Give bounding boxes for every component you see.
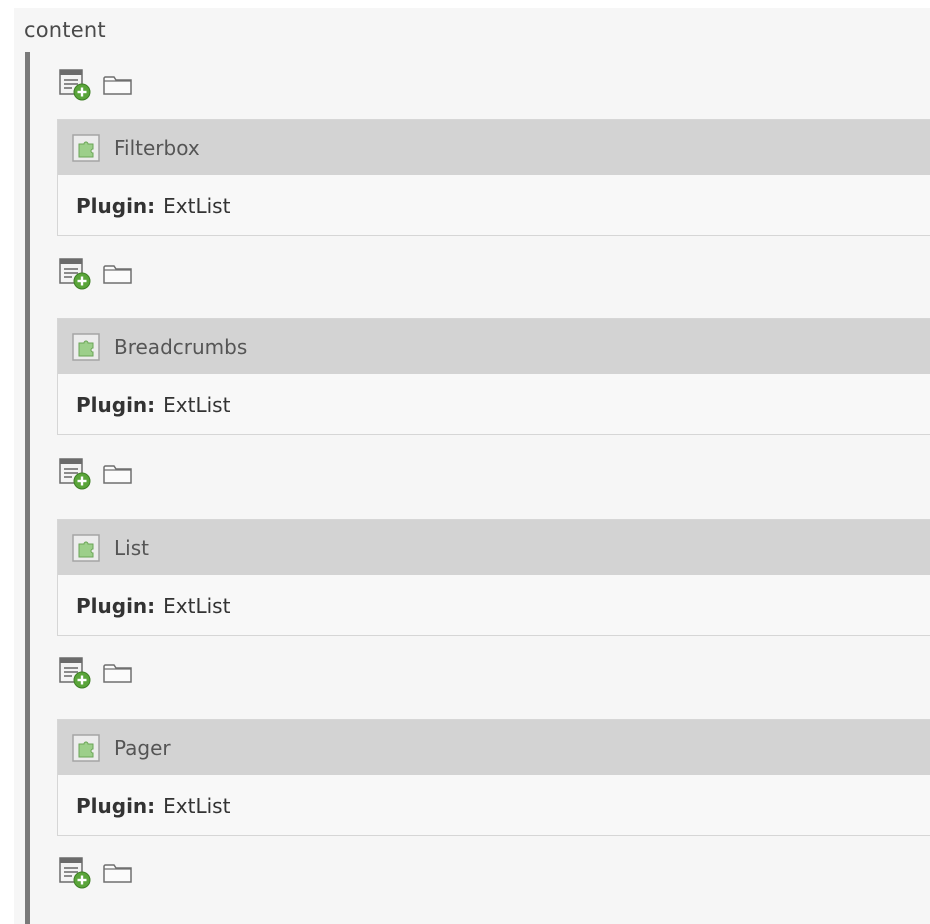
plugin-label: Plugin:: [76, 794, 156, 818]
column-title: content: [24, 18, 106, 42]
plugin-label: Plugin:: [76, 194, 156, 218]
content-element-body: Plugin: ExtList: [58, 374, 930, 436]
plugin-value: ExtList: [163, 194, 231, 218]
content-element-title: Filterbox: [114, 135, 200, 160]
content-element-body: Plugin: ExtList: [58, 175, 930, 237]
new-content-element-icon[interactable]: [58, 68, 94, 102]
plugin-puzzle-icon: [72, 133, 102, 162]
folder-icon[interactable]: [102, 660, 134, 686]
content-element-body: Plugin: ExtList: [58, 575, 930, 637]
content-element-title: Breadcrumbs: [114, 334, 248, 359]
new-content-element-icon[interactable]: [58, 457, 94, 491]
folder-icon[interactable]: [102, 860, 134, 886]
content-element-title: Pager: [114, 735, 171, 760]
new-content-element-icon[interactable]: [58, 656, 94, 690]
folder-icon[interactable]: [102, 261, 134, 287]
content-element: Breadcrumbs Plugin: ExtList: [57, 318, 930, 435]
plugin-puzzle-icon: [72, 533, 102, 562]
new-content-element-icon[interactable]: [58, 257, 94, 291]
insert-toolbar-2: [58, 257, 134, 291]
plugin-value: ExtList: [163, 794, 231, 818]
content-element-header[interactable]: List: [58, 520, 930, 575]
column-bar: [25, 52, 30, 924]
plugin-puzzle-icon: [72, 733, 102, 762]
insert-toolbar-3: [58, 457, 134, 491]
plugin-label: Plugin:: [76, 594, 156, 618]
content-element-header[interactable]: Breadcrumbs: [58, 319, 930, 374]
content-element-header[interactable]: Filterbox: [58, 120, 930, 175]
content-element: Filterbox Plugin: ExtList: [57, 119, 930, 236]
content-column: content Filterbox Plugin: ExtList Breadc…: [14, 8, 930, 924]
new-content-element-icon[interactable]: [58, 856, 94, 890]
content-element: List Plugin: ExtList: [57, 519, 930, 636]
content-element-body: Plugin: ExtList: [58, 775, 930, 837]
insert-toolbar-4: [58, 656, 134, 690]
plugin-value: ExtList: [163, 393, 231, 417]
folder-icon[interactable]: [102, 461, 134, 487]
plugin-label: Plugin:: [76, 393, 156, 417]
folder-icon[interactable]: [102, 72, 134, 98]
insert-toolbar-5: [58, 856, 134, 890]
plugin-puzzle-icon: [72, 332, 102, 361]
content-element-title: List: [114, 535, 149, 560]
insert-toolbar-1: [58, 68, 134, 102]
content-element-header[interactable]: Pager: [58, 720, 930, 775]
content-element: Pager Plugin: ExtList: [57, 719, 930, 836]
plugin-value: ExtList: [163, 594, 231, 618]
